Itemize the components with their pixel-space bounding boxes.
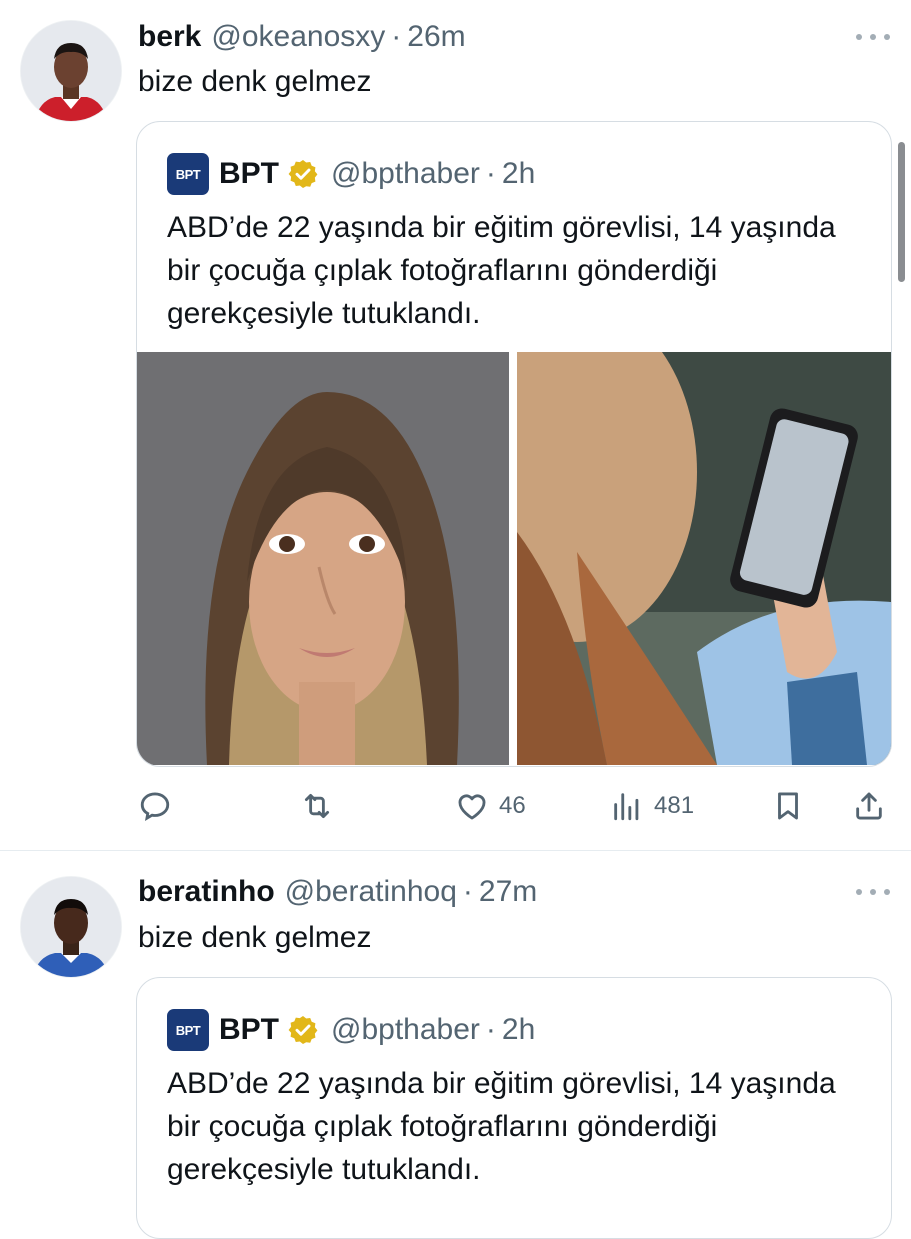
quote-text: ABD’de 22 yaşında bir eğitim görevlisi, … [167, 1067, 836, 1186]
heart-icon [458, 794, 486, 820]
reply-button[interactable] [138, 784, 172, 828]
separator-dot: · [391, 20, 402, 53]
quote-timestamp[interactable]: 2h [502, 1013, 535, 1047]
more-icon[interactable] [856, 882, 890, 902]
views-icon [614, 793, 639, 821]
like-count: 46 [499, 792, 526, 819]
tweet-text: bize denk gelmez [138, 921, 372, 954]
quote-author-handle[interactable]: @bpthaber [331, 1013, 480, 1047]
quote-author-name[interactable]: BPT [219, 157, 279, 191]
quote-header: BPT BPT @bpthaber · 2h [167, 152, 535, 196]
like-button[interactable]: 46 [455, 784, 526, 828]
author-name[interactable]: beratinho [138, 875, 275, 909]
retweet-icon [304, 793, 330, 819]
bookmark-icon [778, 792, 798, 820]
separator-dot: · [485, 1013, 496, 1046]
tweet-text: bize denk gelmez [138, 65, 372, 98]
views-button[interactable]: 481 [610, 784, 694, 828]
separator-dot: · [485, 157, 496, 190]
retweet-button[interactable] [300, 784, 334, 828]
media-image-phone[interactable] [517, 352, 891, 765]
quote-timestamp[interactable]: 2h [502, 157, 535, 191]
author-name[interactable]: berk [138, 20, 201, 54]
more-icon[interactable] [856, 27, 890, 47]
quote-text: ABD’de 22 yaşında bir eğitim görevlisi, … [167, 211, 836, 330]
tweet-header: beratinho @beratinhoq · 27m [138, 872, 537, 912]
reply-icon [140, 792, 170, 821]
share-button[interactable] [852, 784, 886, 828]
avatar[interactable] [20, 20, 122, 122]
quote-author-handle[interactable]: @bpthaber [331, 157, 480, 191]
tweet[interactable]: berk @okeanosxy · 26m bize denk gelmez B… [0, 0, 911, 850]
media-grid [137, 352, 891, 765]
author-handle[interactable]: @beratinhoq [285, 875, 457, 909]
tweet-header: berk @okeanosxy · 26m [138, 17, 466, 57]
bookmark-button[interactable] [771, 784, 805, 828]
tweet[interactable]: beratinho @beratinhoq · 27m bize denk ge… [0, 852, 911, 1239]
verified-badge-icon [288, 160, 318, 188]
author-handle[interactable]: @okeanosxy [211, 20, 385, 54]
tweet-divider [0, 850, 911, 851]
media-image-portrait[interactable] [137, 352, 509, 765]
quote-author-name[interactable]: BPT [219, 1013, 279, 1047]
verified-badge-icon [288, 1016, 318, 1044]
bpt-logo-avatar[interactable]: BPT [167, 1009, 209, 1051]
separator-dot: · [462, 875, 473, 908]
avatar[interactable] [20, 876, 122, 978]
timestamp[interactable]: 26m [407, 20, 465, 54]
view-count: 481 [654, 792, 695, 819]
tweet-actions: 46 481 [0, 784, 911, 828]
share-icon [856, 792, 882, 820]
quoted-tweet[interactable]: BPT BPT @bpthaber · 2h ABD’de 22 yaşında… [136, 121, 892, 767]
timestamp[interactable]: 27m [479, 875, 537, 909]
bpt-logo-avatar[interactable]: BPT [167, 153, 209, 195]
quote-header: BPT BPT @bpthaber · 2h [167, 1008, 535, 1052]
